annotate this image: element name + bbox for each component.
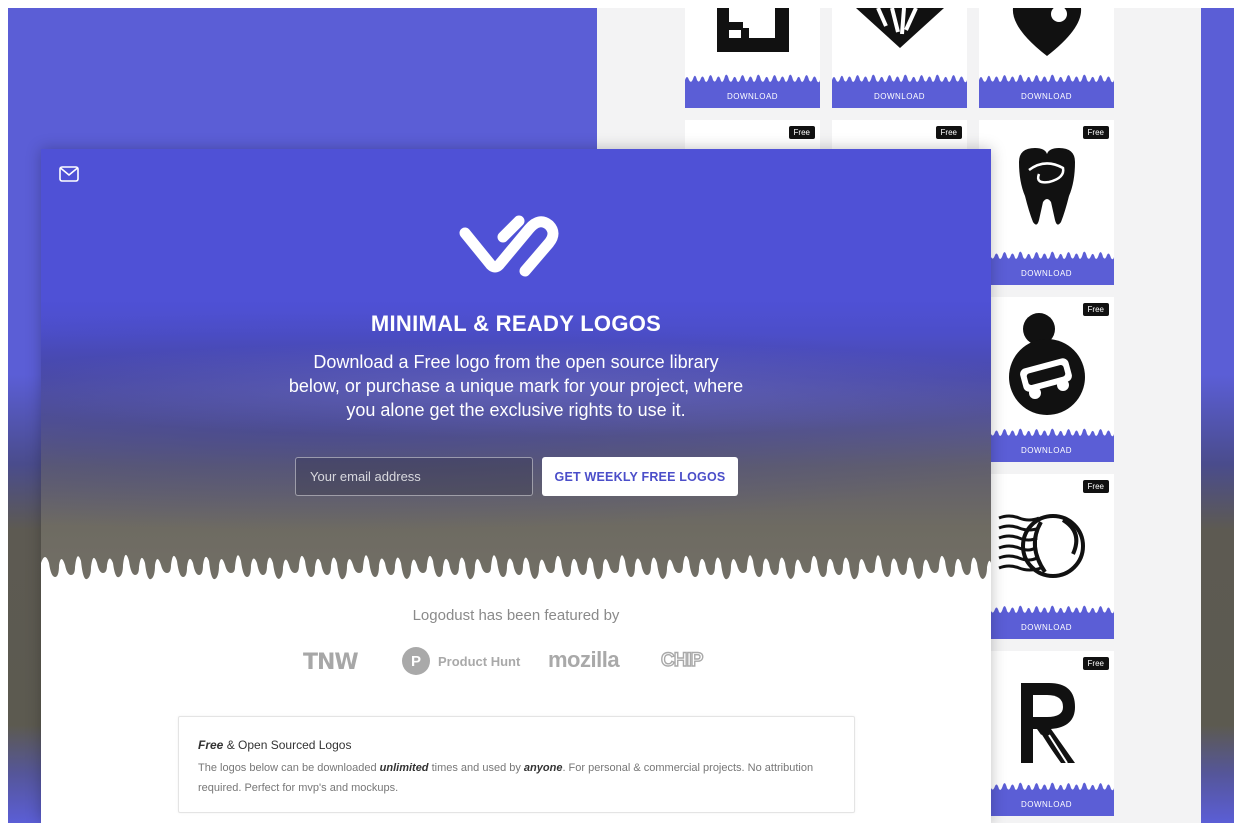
download-button[interactable]: DOWNLOAD bbox=[979, 792, 1114, 816]
download-button[interactable]: DOWNLOAD bbox=[685, 84, 820, 108]
download-label: DOWNLOAD bbox=[1020, 799, 1073, 809]
info-body-mid: times and used by bbox=[428, 762, 524, 774]
download-button[interactable]: DOWNLOAD bbox=[979, 438, 1114, 462]
featured-by-title: Logodust has been featured by bbox=[412, 607, 620, 624]
card-footer: DOWNLOAD bbox=[832, 72, 967, 108]
download-label: DOWNLOAD bbox=[873, 91, 926, 101]
logo-card-9[interactable]: Free DOWNLOAD bbox=[979, 651, 1114, 816]
product-hunt-label: Product Hunt bbox=[438, 653, 521, 669]
logo-card-8[interactable]: Free DOWNLOAD bbox=[979, 474, 1114, 639]
press-logo-chip[interactable]: CHIP bbox=[660, 649, 704, 672]
press-logo-tnw[interactable]: TNW bbox=[303, 650, 359, 675]
hero-section: MINIMAL & READY LOGOS Download a Free lo… bbox=[41, 149, 991, 589]
landing-page: MINIMAL & READY LOGOS Download a Free lo… bbox=[41, 149, 991, 823]
hero-subtitle: Download a Free logo from the open sourc… bbox=[288, 352, 744, 420]
info-body: The logos below can be downloaded unlimi… bbox=[198, 758, 838, 798]
info-body-pre: The logos below can be downloaded bbox=[198, 762, 380, 774]
download-label: DOWNLOAD bbox=[1020, 445, 1073, 455]
hero-title: MINIMAL & READY LOGOS bbox=[370, 311, 662, 336]
card-footer: DOWNLOAD bbox=[979, 780, 1114, 816]
card-footer: DOWNLOAD bbox=[685, 72, 820, 108]
logo-card-2[interactable]: DOWNLOAD bbox=[832, 8, 967, 108]
press-logo-product-hunt[interactable]: P Product Hunt bbox=[402, 647, 520, 675]
download-button[interactable]: DOWNLOAD bbox=[979, 84, 1114, 108]
logodust-brand-mark bbox=[459, 215, 559, 277]
info-title-emphasis: Free bbox=[198, 738, 224, 752]
logo-card-1[interactable]: DOWNLOAD bbox=[685, 8, 820, 108]
press-logo-mozilla[interactable]: mozilla bbox=[548, 647, 620, 673]
card-footer: DOWNLOAD bbox=[979, 249, 1114, 285]
download-button[interactable]: DOWNLOAD bbox=[832, 84, 967, 108]
logo-card-6[interactable]: Free DOWNLOAD bbox=[979, 120, 1114, 285]
info-body-unlimited: unlimited bbox=[379, 762, 429, 774]
info-title: Free & Open Sourced Logos bbox=[198, 738, 351, 752]
free-logos-info-box: Free & Open Sourced Logos The logos belo… bbox=[178, 716, 855, 813]
press-logos: TNW P Product Hunt mozilla CHIP bbox=[303, 647, 733, 679]
free-badge: Free bbox=[788, 126, 815, 139]
download-label: DOWNLOAD bbox=[1020, 268, 1073, 278]
product-hunt-icon: P bbox=[402, 647, 430, 675]
download-button[interactable]: DOWNLOAD bbox=[979, 615, 1114, 639]
card-footer: DOWNLOAD bbox=[979, 72, 1114, 108]
mail-icon[interactable] bbox=[59, 166, 79, 182]
card-footer: DOWNLOAD bbox=[979, 426, 1114, 462]
get-weekly-free-logos-button[interactable]: GET WEEKLY FREE LOGOS bbox=[542, 457, 738, 496]
info-body-anyone: anyone bbox=[523, 762, 563, 774]
download-label: DOWNLOAD bbox=[1020, 622, 1073, 632]
download-button[interactable]: DOWNLOAD bbox=[979, 261, 1114, 285]
hero-drip-edge bbox=[41, 554, 991, 591]
info-title-rest: & Open Sourced Logos bbox=[223, 738, 352, 752]
card-footer: DOWNLOAD bbox=[979, 603, 1114, 639]
download-label: DOWNLOAD bbox=[726, 91, 779, 101]
email-field[interactable] bbox=[295, 457, 533, 496]
logo-card-7[interactable]: Free DOWNLOAD bbox=[979, 297, 1114, 462]
logo-card-3[interactable]: DOWNLOAD bbox=[979, 8, 1114, 108]
free-badge: Free bbox=[935, 126, 962, 139]
download-label: DOWNLOAD bbox=[1020, 91, 1073, 101]
screenshot-stage: DOWNLOAD Free DOWNLOAD Free DOWNLOAD Fre… bbox=[0, 0, 1234, 823]
